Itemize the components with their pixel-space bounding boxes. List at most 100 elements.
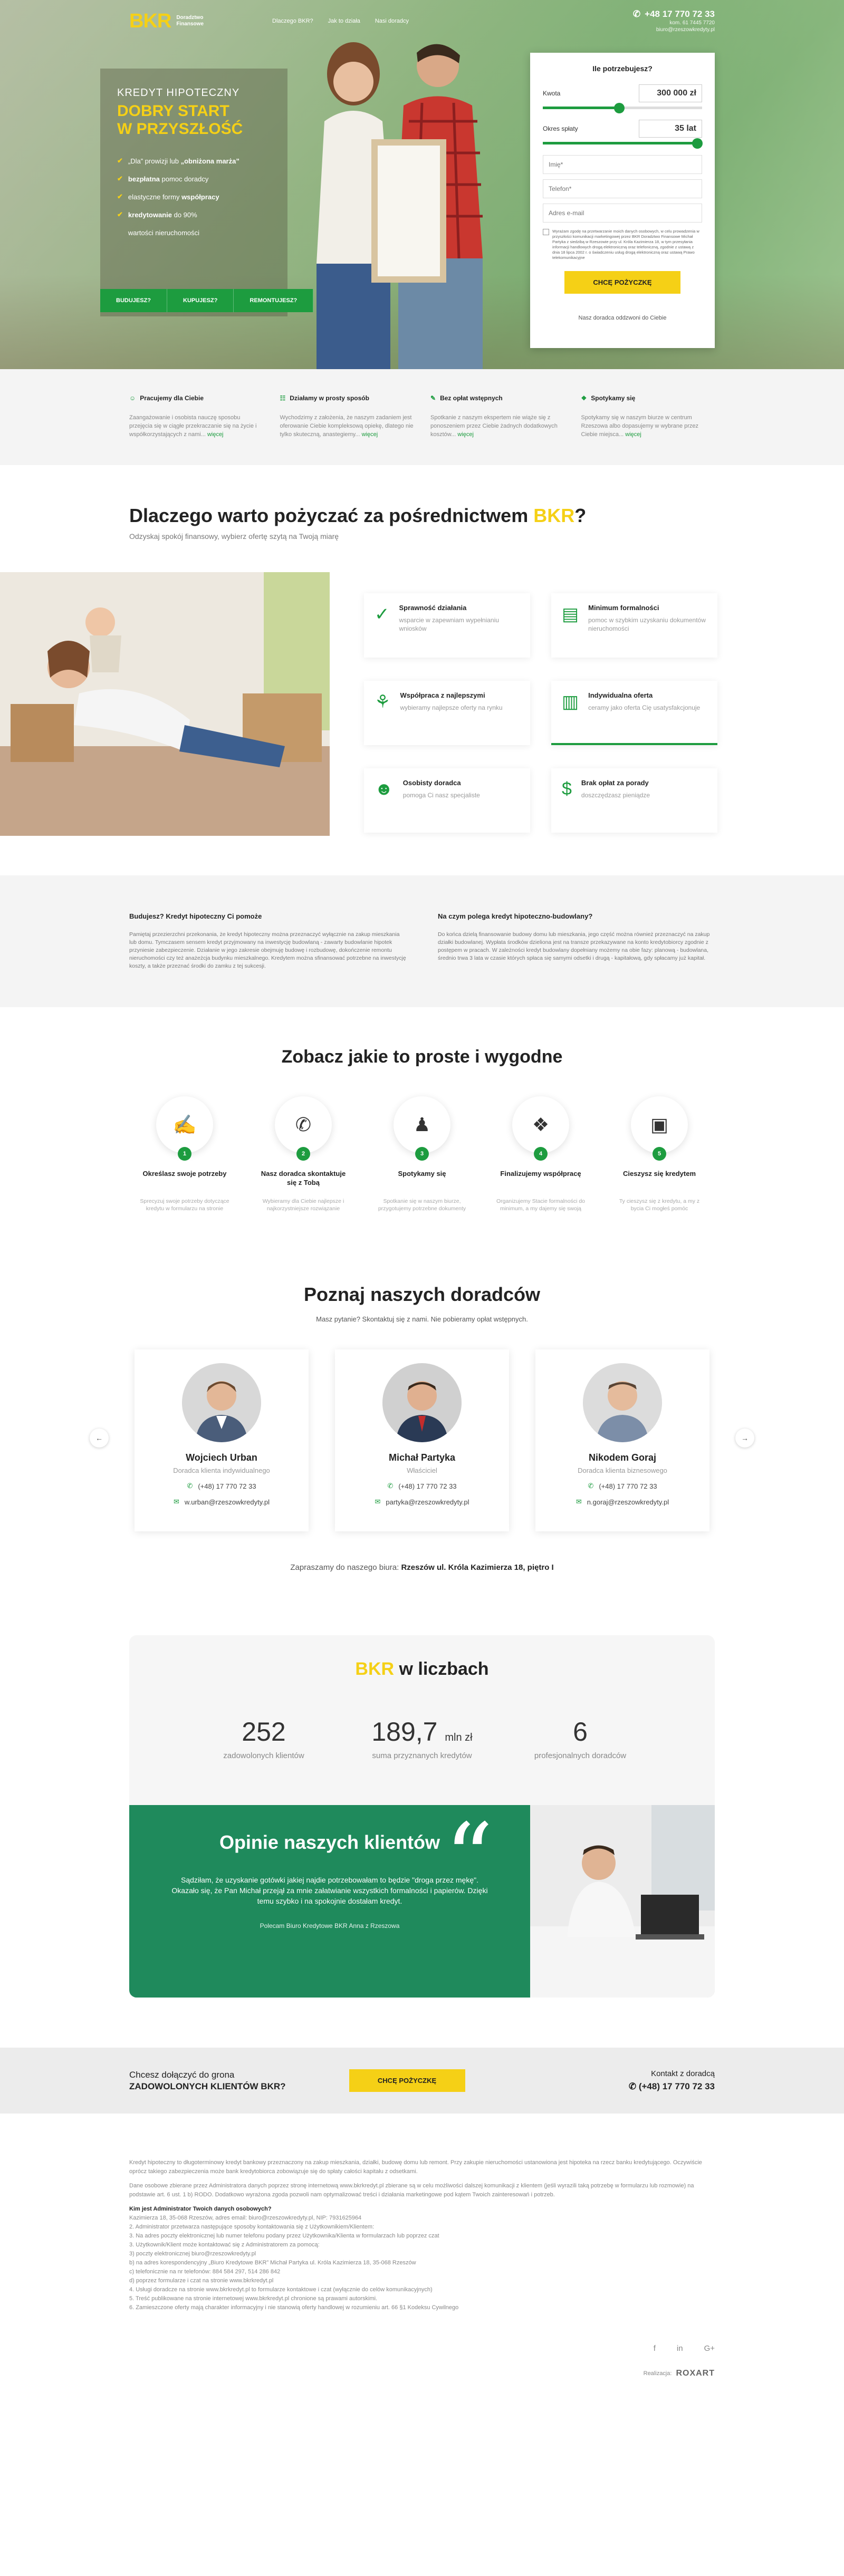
tab-buy[interactable]: KUPUJESZ? — [167, 289, 234, 312]
header-phone[interactable]: +48 17 770 72 33 — [645, 9, 715, 20]
cta-button[interactable]: CHCĘ POŻYCZKĘ — [349, 2069, 465, 2092]
consent-checkbox[interactable] — [543, 229, 549, 235]
tab-build[interactable]: BUDUJESZ? — [100, 289, 168, 312]
stat-item: 6 profesjonalnych doradców — [522, 1716, 638, 1760]
phone-icon: ✆ — [187, 1482, 193, 1490]
hero-bullet: ✔wartości nieruchomości — [117, 228, 271, 237]
carousel-next-icon[interactable]: → — [735, 1429, 754, 1448]
advisor-card: Nikodem Goraj Doradca klienta biznesoweg… — [535, 1349, 709, 1531]
advisor-phone-row: ✆ (+48) 17 770 72 33 — [135, 1482, 309, 1490]
stat-value: 252 — [242, 1717, 286, 1747]
name-input[interactable] — [543, 155, 702, 174]
google-plus-icon[interactable]: G+ — [704, 2344, 715, 2353]
bullet-bold: kredytowanie — [128, 210, 172, 219]
hero-kicker: KREDYT HIPOTECZNY — [117, 87, 240, 99]
more-link[interactable]: więcej — [457, 431, 474, 438]
form-icon: ✍ — [156, 1096, 213, 1153]
step-text: Wybieramy dla Ciebie najlepsze i najkorz… — [262, 1198, 344, 1212]
logo[interactable]: BKR Doradztwo Finansowe — [129, 10, 204, 33]
amount-label: Kwota — [543, 90, 561, 97]
more-link[interactable]: więcej — [207, 431, 224, 438]
hero-bullet: ✔ „Dla” prowizji lub „obniżona marża” — [117, 157, 271, 165]
stat-label: zadowolonych klientów — [223, 1751, 304, 1760]
period-slider[interactable] — [543, 138, 703, 149]
list-icon: ☷ — [280, 394, 286, 402]
facebook-icon[interactable]: f — [654, 2344, 656, 2353]
submit-button[interactable]: CHCĘ POŻYCZKĘ — [564, 271, 680, 294]
bullet-text: wartości nieruchomości — [128, 228, 200, 237]
cta-text: Chcesz dołączyć do grona ZADOWOLONYCH KLI… — [129, 2069, 286, 2092]
wallet-icon: ▣ — [631, 1096, 688, 1153]
carousel-prev-icon[interactable]: ← — [90, 1429, 109, 1448]
card-title: Osobisty doradca — [402, 779, 461, 787]
consent-row: Wyrażam zgodę na przetwarzanie moich dan… — [543, 229, 702, 261]
legal-paragraph: Kredyt hipoteczny to długoterminowy kred… — [129, 2159, 702, 2175]
numbers-row: 252 zadowolonych klientów 189,7 mln zł sum… — [129, 1716, 715, 1805]
advisor-phone-row: ✆ (+48) 17 770 72 33 — [335, 1482, 509, 1490]
step-text: Organizujemy Stacie formalności do minim… — [496, 1198, 586, 1212]
advisor-icon: ☻ — [375, 779, 394, 799]
period-slider-handle[interactable] — [692, 138, 703, 149]
amount-slider-handle[interactable] — [613, 103, 625, 113]
amount-value[interactable]: 300 000 zł — [639, 84, 702, 102]
bullet-bold: bezpłatna — [128, 175, 160, 183]
logo-sub-2: Finansowe — [176, 21, 204, 27]
advisor-phone[interactable]: (+48) 17 770 72 33 — [599, 1482, 657, 1490]
info-text: Do końca dzielą finansowanie budowy domu… — [438, 931, 710, 961]
step-title: Spotykamy się — [398, 1170, 446, 1178]
email-input[interactable] — [543, 204, 702, 223]
nav-advisors[interactable]: Nasi doradcy — [375, 18, 409, 24]
numbers-title: BKR w liczbach — [129, 1635, 715, 1680]
hero-section: BKR Doradztwo Finansowe Dlaczego BKR? Jak… — [0, 0, 844, 369]
phone-input[interactable] — [543, 179, 702, 198]
steps-row: ✍ 1 Określasz swoje potrzeby Sprecyzuj swoj… — [129, 1096, 715, 1212]
phone-call-icon: ✆ — [275, 1096, 332, 1153]
step-item: ✆ 2 Nasz doradca skontaktuje się z Tobą Wyb… — [258, 1096, 348, 1212]
advisors-section: Poznaj naszych doradców Masz pytanie? Sk… — [0, 1252, 844, 1588]
advisor-email[interactable]: partyka@rzeszowkredyty.pl — [386, 1498, 469, 1506]
advisor-photo — [583, 1363, 662, 1442]
step-text: Ty cieszysz się z kredytu, a my z bycia … — [619, 1198, 700, 1212]
phone-icon: ✆ — [387, 1482, 394, 1490]
chart-icon: ▥ — [562, 692, 579, 712]
opinion-signature: Polecam Biuro Kredytowe BKR Anna z Rzesz… — [260, 1922, 400, 1929]
why-cards: ✓ Sprawność działania wsparcie w zapewniam… — [364, 572, 717, 836]
form-title: Ile potrzebujesz? — [592, 64, 653, 73]
address-intro: Zapraszamy do naszego biura: — [290, 1563, 401, 1572]
more-link[interactable]: więcej — [362, 431, 378, 438]
hero-title: DOBRY START W PRZYSZŁOŚĆ — [117, 102, 271, 138]
why-title-text: Dlaczego warto pożyczać za pośrednictwem — [129, 505, 534, 526]
step-item: ♟ 3 Spotykamy się Spotkanie się w naszym bi… — [377, 1096, 467, 1212]
legal-line: 4. Usługi doradcze na stronie www.bkrkre… — [129, 2286, 433, 2293]
advisor-email-row: ✉ partyka@rzeszowkredyty.pl — [335, 1498, 509, 1506]
linkedin-icon[interactable]: in — [677, 2344, 683, 2353]
mail-icon: ✉ — [174, 1498, 179, 1506]
check-icon: ✔ — [117, 192, 123, 200]
advisor-email[interactable]: n.goraj@rzeszowkredyty.pl — [587, 1498, 669, 1506]
tab-renovate[interactable]: REMONTUJESZ? — [234, 289, 314, 312]
why-title-end: ? — [574, 505, 587, 526]
opinions-title: Opinie naszych klientów — [219, 1831, 440, 1853]
more-link[interactable]: więcej — [625, 431, 641, 438]
card-title: Minimum formalności — [588, 604, 659, 612]
form-note: Nasz doradca oddzwoni do Ciebie — [578, 315, 667, 321]
advisor-card: Wojciech Urban Doradca klienta indywidua… — [135, 1349, 309, 1531]
info-title: Budujesz? Kredyt hipoteczny Ci pomoże — [129, 912, 262, 920]
amount-slider[interactable] — [543, 103, 702, 113]
stat-value: 189,7 — [371, 1717, 438, 1747]
address-text: Rzeszów ul. Króla Kazimierza 18, piętro … — [401, 1563, 554, 1572]
advisor-phone[interactable]: (+48) 17 770 72 33 — [398, 1482, 456, 1490]
advisor-email[interactable]: w.urban@rzeszowkredyty.pl — [185, 1498, 270, 1506]
nav-how[interactable]: Jak to działa — [328, 18, 360, 24]
header-email[interactable]: biuro@rzeszowkredyty.pl — [633, 26, 715, 33]
advisor-phone[interactable]: (+48) 17 770 72 33 — [198, 1482, 256, 1490]
why-card: ▤ Minimum formalności pomoc w szybkim uzys… — [551, 593, 717, 658]
card-title: Brak opłat za porady — [581, 779, 649, 787]
agency-logo[interactable]: ROXART — [676, 2369, 715, 2378]
card-title: Współpraca z najlepszymi — [400, 691, 485, 699]
nav-why[interactable]: Dlaczego BKR? — [272, 18, 313, 24]
why-card: ⚘ Współpraca z najlepszymi wybieramy najle… — [364, 681, 530, 745]
period-value[interactable]: 35 lat — [639, 120, 702, 138]
info-col: Na czym polega kredyt hipoteczno-budowla… — [438, 912, 715, 970]
cta-phone[interactable]: (+48) 17 770 72 33 — [639, 2081, 715, 2091]
